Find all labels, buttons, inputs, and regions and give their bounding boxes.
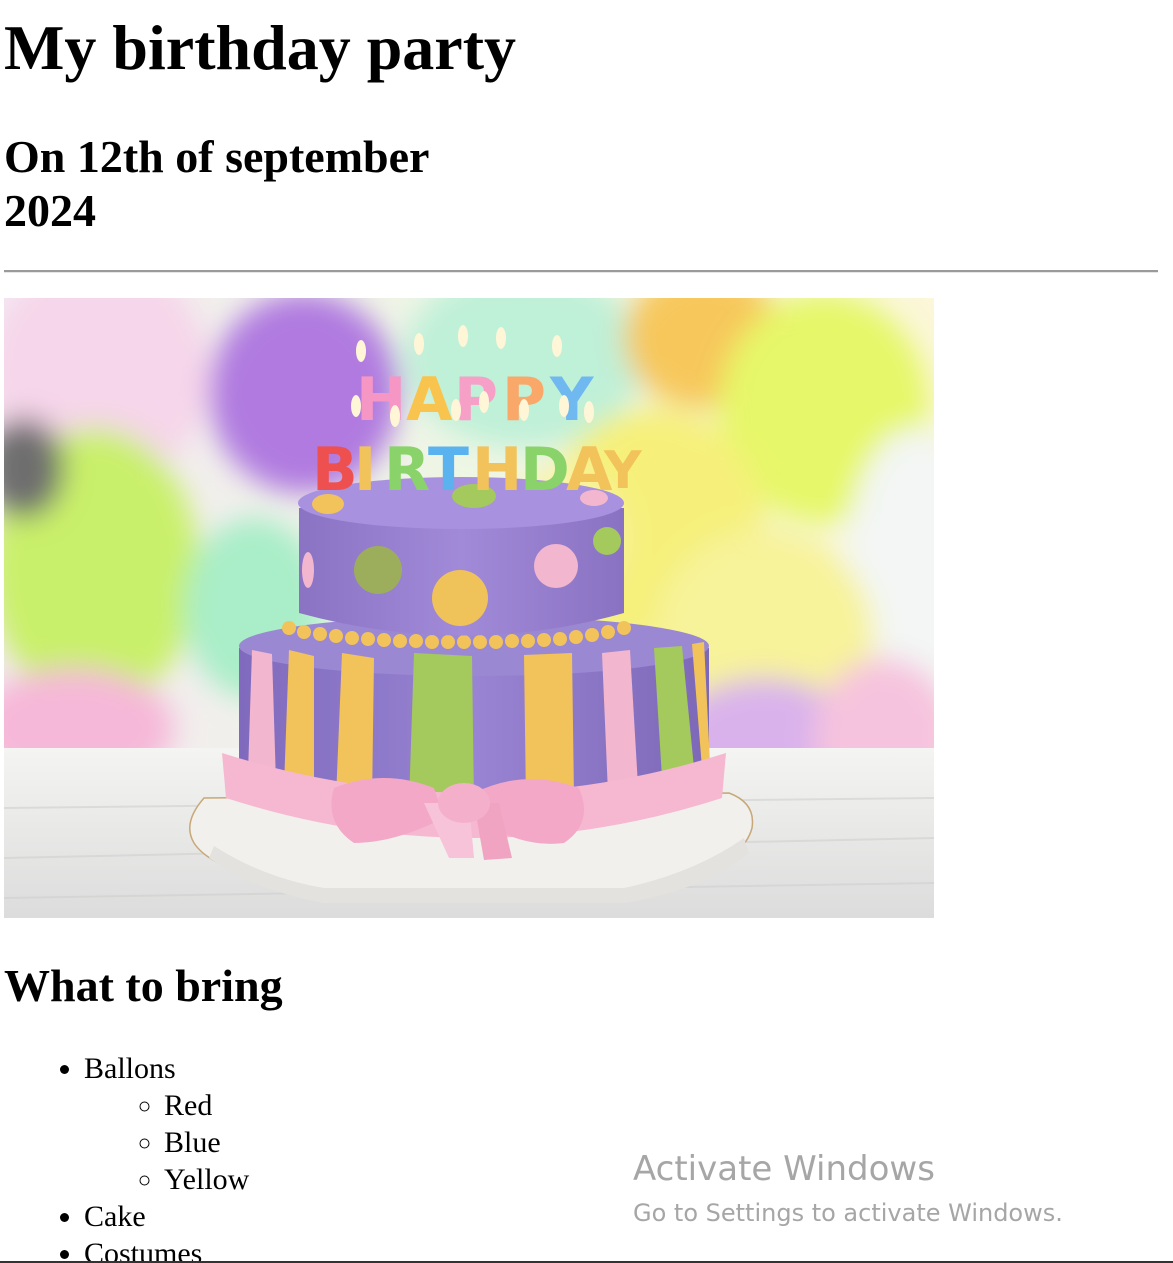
- watermark-subtitle: Go to Settings to activate Windows.: [633, 1199, 1063, 1227]
- list-item-costumes: Costumes: [84, 1235, 249, 1263]
- candle-letters: H A P P Y B I R T H D A Y: [312, 365, 643, 505]
- activate-windows-watermark: Activate Windows Go to Settings to activ…: [633, 1148, 1063, 1230]
- list-item: Yellow: [164, 1161, 249, 1198]
- list-item-label: Costumes: [84, 1237, 203, 1263]
- birthday-cake-image: H A P P Y B I R T H D A Y: [4, 298, 934, 918]
- svg-text:Y: Y: [549, 365, 595, 435]
- list-item: Blue: [164, 1124, 249, 1161]
- list-item-ballons: Ballons Red Blue Yellow: [84, 1050, 249, 1198]
- watermark-title: Activate Windows: [633, 1149, 935, 1189]
- svg-text:A: A: [406, 365, 453, 435]
- list-item-label: Cake: [84, 1200, 146, 1233]
- svg-text:T: T: [428, 435, 469, 505]
- list-item-cake: Cake: [84, 1198, 249, 1235]
- svg-text:I: I: [354, 435, 376, 505]
- svg-text:H: H: [472, 435, 522, 505]
- svg-text:R: R: [384, 435, 430, 505]
- event-date-heading: On 12th of september 2024: [4, 131, 429, 236]
- page-title: My birthday party: [4, 12, 516, 83]
- what-to-bring-heading: What to bring: [4, 960, 283, 1011]
- ballon-colors-list: Red Blue Yellow: [84, 1087, 249, 1198]
- divider: [4, 270, 1158, 273]
- svg-text:H: H: [356, 365, 406, 435]
- bring-list: Ballons Red Blue Yellow Cake Costumes: [0, 1050, 249, 1263]
- list-item: Red: [164, 1087, 249, 1124]
- page: My birthday party On 12th of september 2…: [0, 0, 1173, 1263]
- svg-text:D: D: [520, 435, 570, 505]
- svg-text:Y: Y: [603, 441, 643, 501]
- svg-text:P: P: [454, 365, 498, 435]
- list-item-label: Ballons: [84, 1052, 176, 1085]
- svg-text:B: B: [312, 435, 358, 505]
